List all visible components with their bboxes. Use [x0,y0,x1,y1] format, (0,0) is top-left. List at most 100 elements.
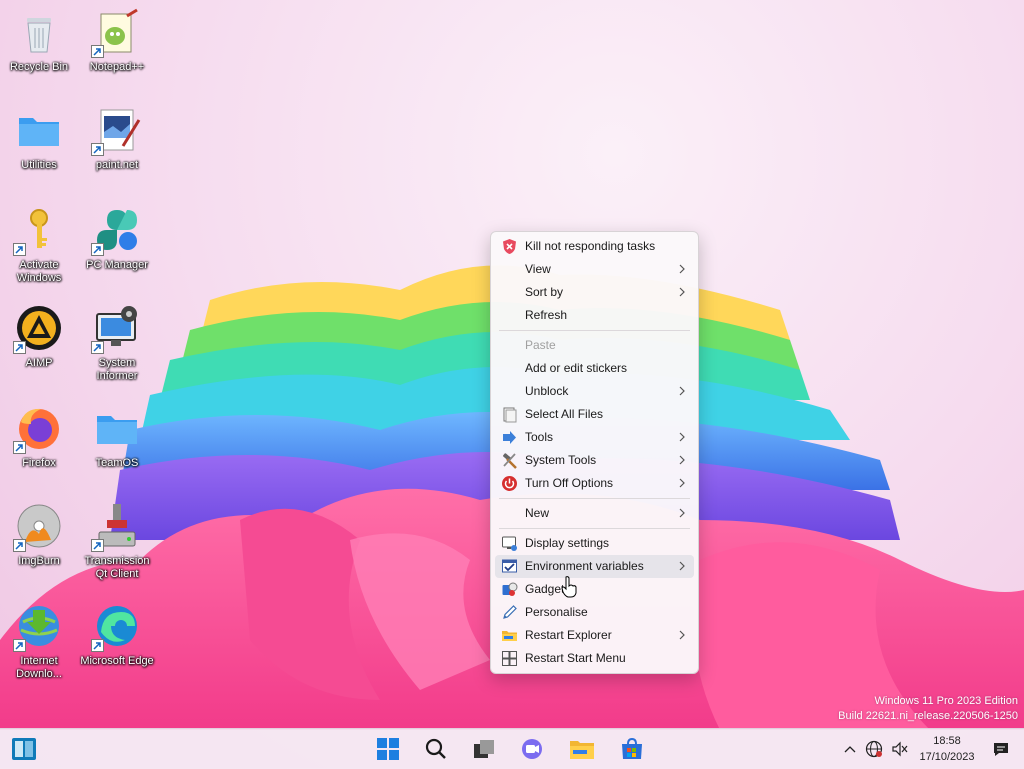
menu-item-select-all-files[interactable]: Select All Files [495,403,694,426]
file-explorer-button[interactable] [568,735,596,763]
desktop-icon-teamos[interactable]: TeamOS [80,404,154,470]
widgets-button[interactable] [10,735,38,763]
menu-item-restart-start-menu[interactable]: Restart Start Menu [495,647,694,670]
desktop-icon-label: Microsoft Edge [80,655,154,667]
desktop-icon-transmission[interactable]: Transmission Qt Client [80,502,154,581]
desktop-icon-label: PC Manager [86,259,148,271]
desktop-icon-label: Utilities [21,159,57,171]
menu-item-label: Display settings [525,536,610,550]
volume-button[interactable] [888,735,912,763]
menu-item-view[interactable]: View [495,258,694,281]
volume-muted-icon [892,741,908,757]
desktop-icon-aimp[interactable]: AIMP [2,304,76,370]
menu-item-label: View [525,262,551,276]
menu-item-gadgets[interactable]: Gadgets [495,578,694,601]
explorer-folder-icon [501,627,518,644]
menu-item-new[interactable]: New [495,502,694,525]
desktop-icon-notepad-plus-plus[interactable]: Notepad++ [80,8,154,74]
menu-item-restart-explorer[interactable]: Restart Explorer [495,624,694,647]
folder-icon [15,106,63,154]
desktop-icon-label: Transmission Qt Client [84,555,150,580]
desktop-icon-system-informer[interactable]: System Informer [80,304,154,383]
key-icon [13,206,63,256]
mouse-cursor-icon [561,576,577,598]
desktop-icon-paint-net[interactable]: paint.net [80,106,154,172]
microsoft-store-button[interactable] [618,735,646,763]
desktop-icon-utilities[interactable]: Utilities [2,106,76,172]
chevron-right-icon [679,287,685,297]
menu-item-label: Select All Files [525,407,604,421]
desktop-icon-firefox[interactable]: Firefox [2,404,76,470]
task-view-icon [474,740,494,758]
chevron-right-icon [679,432,685,442]
menu-item-environment-variables[interactable]: Environment variables [495,555,694,578]
watermark-edition: Windows 11 Pro 2023 Edition [874,695,1019,707]
menu-item-kill-not-responding-tasks[interactable]: Kill not responding tasks [495,235,694,258]
menu-item-label: New [525,506,550,520]
start-button[interactable] [374,735,402,763]
teams-chat-icon [522,739,542,759]
desktop-icon-microsoft-edge[interactable]: Microsoft Edge [80,602,154,668]
kill-task-shield-icon [501,238,518,255]
menu-separator [499,498,690,499]
menu-item-paste: Paste [495,334,694,357]
search-button[interactable] [422,735,450,763]
desktop-icon-activate-windows[interactable]: Activate Windows [2,206,76,285]
menu-item-tools[interactable]: Tools [495,426,694,449]
desktop-icon-label: TeamOS [95,457,139,469]
menu-separator [499,330,690,331]
clock-area[interactable]: 18:58 17/10/2023 [912,733,982,765]
desktop-icon-recycle-bin[interactable]: Recycle Bin [2,8,76,74]
desktop-icon-label: Firefox [22,457,56,469]
windows-edition-watermark: Windows 11 Pro 2023 Edition Build 22621.… [838,694,1018,724]
paint-net-icon [91,106,141,156]
imgburn-icon [13,502,63,552]
internet-download-manager-icon [13,602,63,652]
hammer-icon [501,452,518,469]
network-button[interactable] [862,735,886,763]
chevron-right-icon [679,264,685,274]
globe-network-icon [865,740,883,758]
menu-item-add-or-edit-stickers[interactable]: Add or edit stickers [495,357,694,380]
menu-item-label: Environment variables [525,559,644,573]
menu-item-label: Add or edit stickers [525,361,628,375]
menu-item-turn-off-options[interactable]: Turn Off Options [495,472,694,495]
menu-item-display-settings[interactable]: Display settings [495,532,694,555]
notifications-button[interactable] [988,735,1014,763]
menu-item-unblock[interactable]: Unblock [495,380,694,403]
show-hidden-icons-button[interactable] [840,735,860,763]
chevron-right-icon [679,630,685,640]
clock-time: 18:58 [933,735,961,747]
system-informer-icon [91,304,141,354]
widgets-icon [12,738,36,760]
chevron-right-icon [679,508,685,518]
menu-item-sort-by[interactable]: Sort by [495,281,694,304]
menu-item-personalise[interactable]: Personalise [495,601,694,624]
environment-variables-icon [501,558,518,575]
gadgets-icon [501,581,518,598]
desktop-context-menu: Kill not responding tasks View Sort by R… [490,231,699,674]
menu-item-refresh[interactable]: Refresh [495,304,694,327]
shortcut-arrow-icon [91,45,104,58]
shortcut-arrow-icon [91,143,104,156]
pc-manager-icon [91,206,141,256]
menu-item-system-tools[interactable]: System Tools [495,449,694,472]
taskbar: 18:58 17/10/2023 [0,728,1024,769]
aimp-icon [13,304,63,354]
desktop-icon-imgburn[interactable]: ImgBurn [2,502,76,568]
desktop-icon-label: System Informer [96,357,138,382]
file-explorer-icon [570,741,594,759]
display-settings-icon [501,535,518,552]
desktop-icon-label: paint.net [95,159,139,171]
power-icon [501,475,518,492]
shortcut-arrow-icon [91,341,104,354]
edge-icon [91,602,141,652]
desktop-icon-internet-download-manager[interactable]: Internet Downlo... [2,602,76,681]
menu-item-label: Sort by [525,285,564,299]
desktop-icon-pc-manager[interactable]: PC Manager [80,206,154,272]
task-view-button[interactable] [470,735,498,763]
menu-item-label: Restart Start Menu [525,651,626,665]
firefox-icon [13,404,63,454]
menu-item-label: System Tools [525,453,597,467]
teams-chat-button[interactable] [518,735,546,763]
